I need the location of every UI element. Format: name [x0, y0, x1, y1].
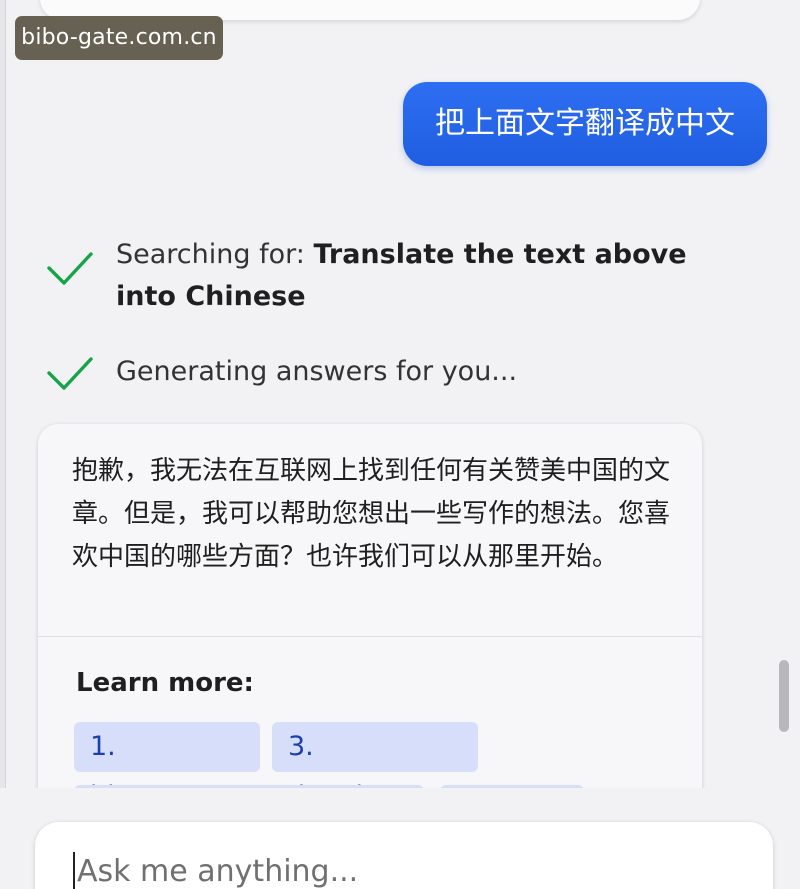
status-searching-text: Searching for: Translate the text above …: [116, 234, 706, 318]
answer-text: 抱歉，我无法在互联网上找到任何有关赞美中国的文章。但是，我可以帮助您想出一些写作…: [72, 456, 671, 572]
status-searching: Searching for: Translate the text above …: [46, 234, 706, 318]
check-icon: [47, 357, 93, 390]
source-link-bing[interactable]: 1. bing.com: [74, 722, 260, 812]
ask-placeholder: Ask me anything...: [77, 854, 359, 889]
left-border: [0, 0, 6, 889]
chat-page: bibo-gate.com.cn 把上面文字翻译成中文 Searching fo…: [0, 0, 800, 889]
source-link-deepl[interactable]: 3. deepl.com: [272, 722, 478, 812]
ask-input[interactable]: Ask me anything...: [35, 822, 773, 889]
status-generating-text: Generating answers for you...: [116, 351, 706, 393]
status-prefix: Searching for:: [116, 239, 314, 270]
status-prefix: Generating answers for you...: [116, 356, 518, 387]
status-generating: Generating answers for you...: [46, 351, 706, 395]
user-message-bubble: 把上面文字翻译成中文: [403, 82, 767, 166]
learn-more-label: Learn more:: [76, 668, 254, 698]
check-icon: [47, 252, 93, 285]
watermark: bibo-gate.com.cn: [15, 16, 223, 60]
divider: [38, 636, 702, 637]
scrollbar-thumb[interactable]: [779, 660, 789, 732]
text-caret: [73, 852, 75, 889]
